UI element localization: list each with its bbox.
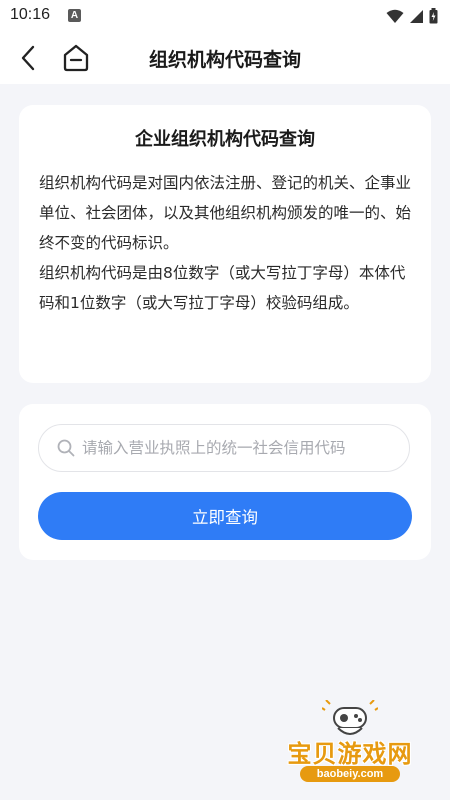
notification-a-icon: A — [68, 9, 81, 22]
wifi-icon — [386, 9, 404, 23]
page-title: 组织机构代码查询 — [148, 49, 301, 71]
watermark-url: baobeiy.com — [300, 766, 400, 782]
search-box[interactable] — [38, 424, 410, 472]
info-card-text: 组织机构代码是对国内依法注册、登记的机关、企事业单位、社会团体，以及其他组织机构… — [39, 168, 417, 318]
status-icons — [386, 7, 438, 25]
info-paragraph: 组织机构代码是对国内依法注册、登记的机关、企事业单位、社会团体，以及其他组织机构… — [39, 174, 412, 252]
search-card: 立即查询 — [19, 404, 431, 560]
watermark-logo: 宝贝游戏网 baobeiy.com — [270, 700, 430, 792]
credit-code-input[interactable] — [82, 425, 400, 471]
battery-icon — [429, 8, 438, 24]
info-paragraph: 组织机构代码是由8位数字（或大写拉丁字母）本体代码和1位数字（或大写拉丁字母）校… — [39, 264, 406, 312]
info-card-title: 企业组织机构代码查询 — [135, 129, 315, 150]
watermark-name: 宝贝游戏网 — [287, 740, 413, 768]
status-time: 10:16 — [10, 6, 51, 23]
info-card: 企业组织机构代码查询 组织机构代码是对国内依法注册、登记的机关、企事业单位、社会… — [19, 105, 431, 383]
signal-icon — [410, 9, 423, 23]
query-button[interactable]: 立即查询 — [38, 492, 412, 540]
nav-bar: 组织机构代码查询 — [0, 34, 450, 84]
search-icon — [57, 439, 75, 457]
status-bar: 10:16 A — [0, 0, 450, 34]
